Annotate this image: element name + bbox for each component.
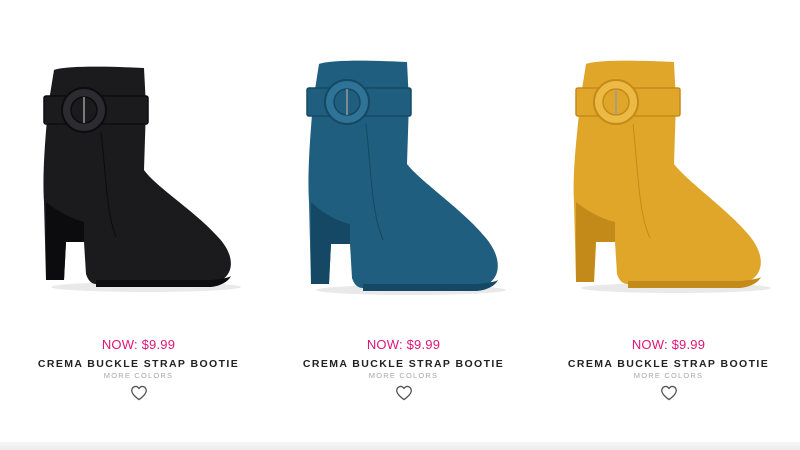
more-colors-link[interactable]: MORE COLORS [536,371,800,380]
product-price: NOW: $9.99 [366,337,441,352]
heart-outline-icon[interactable] [660,385,678,401]
heart-outline-icon[interactable] [395,385,413,401]
product-name[interactable]: CREMA BUCKLE STRAP BOOTIE [536,358,800,370]
boot-image [573,60,771,293]
product-name[interactable]: CREMA BUCKLE STRAP BOOTIE [6,358,271,370]
product-price: NOW: $9.99 [101,337,176,352]
product-image[interactable] [536,52,800,302]
boot-image [43,66,241,292]
more-colors-link[interactable]: MORE COLORS [6,371,271,380]
more-colors-link[interactable]: MORE COLORS [271,371,536,380]
product-card[interactable]: NOW: $9.99 CREMA BUCKLE STRAP BOOTIE MOR… [6,0,271,440]
product-image[interactable] [271,52,536,302]
product-card[interactable]: NOW: $9.99 CREMA BUCKLE STRAP BOOTIE MOR… [271,0,536,440]
product-name[interactable]: CREMA BUCKLE STRAP BOOTIE [271,358,536,370]
section-divider [0,442,800,450]
product-card[interactable]: NOW: $9.99 CREMA BUCKLE STRAP BOOTIE MOR… [536,0,800,440]
product-price: NOW: $9.99 [631,337,706,352]
boot-image [306,60,506,295]
heart-outline-icon[interactable] [130,385,148,401]
product-grid-page: NOW: $9.99 CREMA BUCKLE STRAP BOOTIE MOR… [0,0,800,450]
product-grid: NOW: $9.99 CREMA BUCKLE STRAP BOOTIE MOR… [0,0,800,440]
product-image[interactable] [6,52,271,302]
